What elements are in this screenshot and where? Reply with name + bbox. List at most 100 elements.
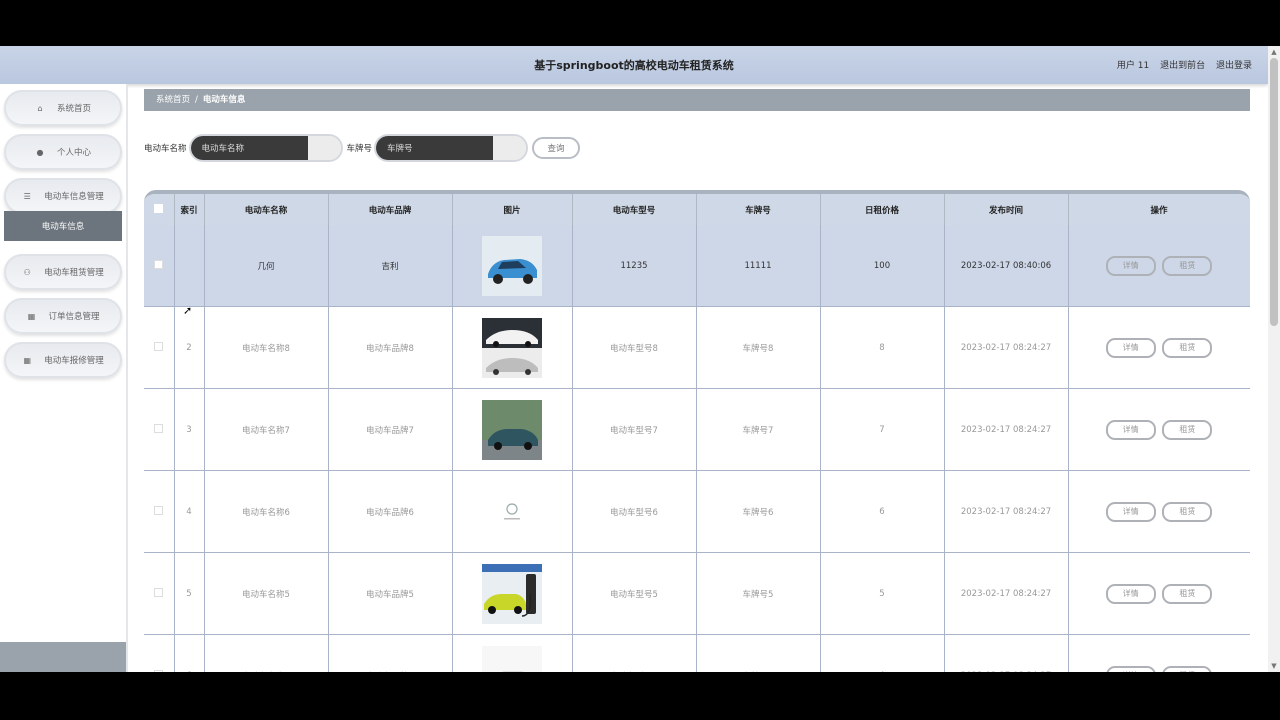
cell-price: 5: [820, 552, 945, 635]
cell-time: 2023-02-17 08:24:27: [944, 388, 1069, 471]
cell-price: 7: [820, 388, 945, 471]
scroll-down-icon[interactable]: ▼: [1270, 662, 1278, 670]
table-row[interactable]: 5 电动车名称5 电动车品牌5 电动车型号5 车牌号5 5 2023-02-17…: [144, 552, 1250, 635]
main-content: 系统首页 / 电动车信息 电动车名称 电动车名称 车牌号 车牌号 查询 索引 电动车…: [128, 84, 1268, 672]
app-title: 基于springboot的高校电动车租赁系统: [534, 59, 734, 72]
back-to-front-link[interactable]: 退出到前台: [1160, 61, 1205, 71]
scrollbar-thumb[interactable]: [1270, 58, 1278, 326]
scroll-up-icon[interactable]: ▲: [1270, 48, 1278, 56]
detail-button[interactable]: 详情: [1105, 665, 1156, 672]
sidebar-item-vehicle-info[interactable]: ☰ 电动车信息管理: [4, 178, 122, 214]
vehicle-table: 索引 电动车名称 电动车品牌 图片 电动车型号 车牌号 日租价格 发布时间 操作: [144, 190, 1250, 672]
cell-brand: 电动车品牌5: [328, 552, 453, 635]
cell-model: 11235: [572, 225, 697, 307]
cell-time: 2023-02-17 08:24:27: [944, 306, 1069, 389]
sidebar-item-label: 电动车租赁管理: [44, 268, 104, 278]
sidebar-footer: [0, 642, 126, 672]
sidebar: ⌂ 系统首页 ● 个人中心 ☰ 电动车信息管理 电动车信息 ⚇ 电动车租赁管理 …: [0, 84, 128, 672]
cell-actions: 详情 租赁: [1068, 306, 1250, 389]
name-search-input[interactable]: 电动车名称: [190, 136, 341, 160]
cell-price: 8: [820, 306, 945, 389]
rent-button[interactable]: 租赁: [1162, 255, 1213, 276]
cell-plate: 车牌号6: [696, 470, 821, 553]
cell-image: [452, 225, 573, 307]
breadcrumb-separator: /: [195, 95, 198, 105]
app-window: 基于springboot的高校电动车租赁系统 用户 11 退出到前台 退出登录 …: [0, 46, 1280, 672]
user-icon: ●: [36, 147, 44, 157]
cell-brand: 电动车品牌8: [328, 306, 453, 389]
cell-brand: 电动车品牌7: [328, 388, 453, 471]
cell-plate: 车牌号4: [696, 634, 821, 672]
rent-button[interactable]: 租赁: [1162, 583, 1213, 604]
sidebar-item-profile[interactable]: ● 个人中心: [4, 134, 122, 170]
cell-brand: 电动车品牌6: [328, 470, 453, 553]
table-row[interactable]: 6 电动车名称4 电动车品牌4 电动车型号4 车牌号4: [144, 634, 1250, 672]
table-header-row: 索引 电动车名称 电动车品牌 图片 电动车型号 车牌号 日租价格 发布时间 操作: [144, 194, 1250, 225]
cell-image: [452, 388, 573, 471]
row-checkbox[interactable]: [144, 470, 175, 553]
cell-actions: 详情 租赁: [1068, 634, 1250, 672]
cell-plate: 车牌号7: [696, 388, 821, 471]
bike-icon: ⚇: [23, 267, 31, 277]
rent-button[interactable]: 租赁: [1162, 501, 1213, 522]
cell-model: 电动车型号6: [572, 470, 697, 553]
sidebar-item-rental[interactable]: ⚇ 电动车租赁管理: [4, 254, 122, 290]
column-header: 图片: [452, 194, 573, 225]
row-checkbox[interactable]: [144, 306, 175, 389]
sidebar-subitem-vehicle-info[interactable]: 电动车信息: [4, 211, 122, 241]
row-checkbox[interactable]: [144, 552, 175, 635]
rent-button[interactable]: 租赁: [1162, 665, 1213, 672]
detail-button[interactable]: 详情: [1105, 337, 1156, 358]
column-header: 车牌号: [696, 194, 821, 225]
cell-plate: 车牌号8: [696, 306, 821, 389]
table-row[interactable]: 4 电动车名称6 电动车品牌6 电动车型号6 车牌号6 6 2023-02-17…: [144, 470, 1250, 553]
mouse-cursor-icon: ➚: [183, 304, 193, 317]
detail-button[interactable]: 详情: [1105, 583, 1156, 604]
vehicle-image: [482, 563, 542, 624]
cell-time: 2023-02-17 08:24:27: [944, 470, 1069, 553]
vertical-scrollbar[interactable]: ▲ ▼: [1268, 46, 1280, 672]
breadcrumb-current: 电动车信息: [202, 95, 246, 105]
rent-button[interactable]: 租赁: [1162, 337, 1213, 358]
top-links: 用户 11 退出到前台 退出登录: [1109, 58, 1252, 71]
table-row[interactable]: 几何 吉利 11235 11111 100 2023-02-17 08:40:0…: [144, 225, 1250, 307]
table-row[interactable]: 3 电动车名称7 电动车品牌7 电动车型号7 车牌号7 7 2023-02-17…: [144, 388, 1250, 471]
sidebar-item-label: 电动车信息管理: [44, 192, 104, 202]
cell-name: 电动车名称5: [204, 552, 329, 635]
row-checkbox[interactable]: [144, 634, 175, 672]
row-checkbox[interactable]: [144, 388, 175, 471]
cell-index: 2: [174, 306, 205, 389]
rent-button[interactable]: 租赁: [1162, 419, 1213, 440]
cell-brand: 吉利: [328, 225, 453, 307]
grid-icon: ▦: [23, 355, 32, 365]
cell-model: 电动车型号8: [572, 306, 697, 389]
sidebar-item-label: 个人中心: [56, 148, 91, 158]
select-all-checkbox[interactable]: [144, 194, 175, 225]
sidebar-item-orders[interactable]: ▦ 订单信息管理: [4, 298, 122, 334]
cell-image: [452, 552, 573, 635]
cell-name: 电动车名称4: [204, 634, 329, 672]
cell-model: 电动车型号4: [572, 634, 697, 672]
breadcrumb-home[interactable]: 系统首页: [156, 95, 190, 105]
column-header: 发布时间: [944, 194, 1069, 225]
sidebar-item-repair[interactable]: ▦ 电动车报修管理: [4, 342, 122, 378]
plate-search-label: 车牌号: [346, 144, 373, 154]
detail-button[interactable]: 详情: [1105, 501, 1156, 522]
table-row[interactable]: 2 电动车名称8 电动车品牌8 电动车型号8 车牌号8 8 2023-02-17…: [144, 306, 1250, 389]
sidebar-item-home[interactable]: ⌂ 系统首页: [4, 90, 122, 126]
detail-button[interactable]: 详情: [1105, 419, 1156, 440]
cell-time: 2023-02-17 08:40:06: [944, 225, 1069, 307]
cell-model: 电动车型号5: [572, 552, 697, 635]
column-header: 操作: [1068, 194, 1250, 225]
vehicle-image: [482, 235, 542, 296]
cell-actions: 详情 租赁: [1068, 388, 1250, 471]
plate-search-input[interactable]: 车牌号: [376, 136, 527, 160]
vehicle-image: [482, 481, 542, 542]
cell-plate: 车牌号5: [696, 552, 821, 635]
query-button[interactable]: 查询: [532, 137, 581, 159]
cell-model: 电动车型号7: [572, 388, 697, 471]
cell-price: 4: [820, 634, 945, 672]
row-checkbox[interactable]: [144, 225, 175, 307]
detail-button[interactable]: 详情: [1105, 255, 1156, 276]
logout-link[interactable]: 退出登录: [1216, 61, 1252, 71]
